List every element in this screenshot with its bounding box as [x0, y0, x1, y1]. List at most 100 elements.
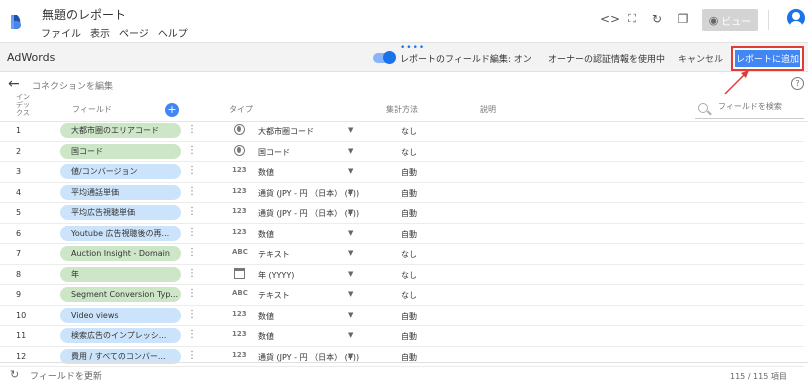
add-to-report-button[interactable]: レポートに追加	[735, 50, 800, 67]
field-chip[interactable]: 検索広告のインプレッシ...	[60, 328, 181, 343]
field-type[interactable]: テキスト	[258, 290, 290, 301]
field-aggregation[interactable]: 自動	[401, 229, 417, 240]
more-vert-icon[interactable]: ⋮	[187, 268, 197, 280]
more-vert-icon[interactable]: ⋮	[187, 124, 197, 136]
field-type[interactable]: 大都市圏コード	[258, 126, 314, 137]
field-type[interactable]: 数値	[258, 229, 274, 240]
table-row[interactable]: 6 Youtube 広告視聴後の再... ⋮ 123 数値 ▼ 自動	[0, 224, 804, 244]
field-search-input[interactable]	[718, 102, 802, 111]
field-aggregation[interactable]: 自動	[401, 167, 417, 178]
column-header-type[interactable]: タイプ	[229, 104, 253, 115]
field-aggregation[interactable]: 自動	[401, 352, 417, 363]
more-vert-icon[interactable]: ⋮	[187, 309, 197, 321]
fullscreen-icon[interactable]: ⛶	[625, 12, 639, 26]
menu-page[interactable]: ページ	[119, 25, 149, 40]
type-dropdown-icon[interactable]: ▼	[348, 208, 353, 216]
field-aggregation[interactable]: なし	[401, 270, 417, 281]
menu-help[interactable]: ヘルプ	[158, 25, 188, 40]
app-header: 無題のレポート ファイル 表示 ページ ヘルプ <> ⛶ ↻ ❐ ◉ ビュー	[0, 0, 808, 42]
refresh-fields-button[interactable]: フィールドを更新	[30, 369, 102, 382]
more-vert-icon[interactable]: ⋮	[187, 227, 197, 239]
type-dropdown-icon[interactable]: ▼	[348, 249, 353, 257]
more-vert-icon[interactable]: ⋮	[187, 350, 197, 362]
type-dropdown-icon[interactable]: ▼	[348, 147, 353, 155]
column-header-field[interactable]: フィールド	[72, 104, 112, 115]
field-aggregation[interactable]: 自動	[401, 311, 417, 322]
refresh-fields-icon[interactable]: ↻	[10, 368, 19, 381]
add-field-button[interactable]: +	[165, 103, 179, 117]
field-chip[interactable]: 大都市圏のエリアコード	[60, 123, 181, 138]
field-aggregation[interactable]: なし	[401, 147, 417, 158]
field-edit-toggle[interactable]	[373, 51, 396, 64]
type-dropdown-icon[interactable]: ▼	[348, 352, 353, 360]
type-dropdown-icon[interactable]: ▼	[348, 229, 353, 237]
report-title[interactable]: 無題のレポート	[42, 6, 126, 23]
field-aggregation[interactable]: 自動	[401, 331, 417, 342]
help-icon[interactable]: ?	[791, 77, 804, 90]
field-aggregation[interactable]: 自動	[401, 208, 417, 219]
table-row[interactable]: 10 Video views ⋮ 123 数値 ▼ 自動	[0, 306, 804, 326]
field-type[interactable]: 通貨 (JPY - 円 （日本） (¥))	[258, 188, 359, 199]
table-row[interactable]: 7 Auction Insight - Domain ⋮ ABC テキスト ▼ なし	[0, 244, 804, 265]
type-dropdown-icon[interactable]: ▼	[348, 331, 353, 339]
view-button[interactable]: ◉ ビュー	[702, 9, 758, 31]
field-chip[interactable]: 平均広告視聴単価	[60, 205, 181, 220]
datasource-name[interactable]: AdWords	[7, 51, 55, 64]
embed-code-icon[interactable]: <>	[600, 12, 620, 26]
row-index: 11	[16, 331, 27, 340]
copy-icon[interactable]: ❐	[676, 12, 690, 26]
type-dropdown-icon[interactable]: ▼	[348, 126, 353, 134]
field-type[interactable]: 通貨 (JPY - 円 （日本） (¥))	[258, 208, 359, 219]
field-aggregation[interactable]: なし	[401, 126, 417, 137]
table-row[interactable]: 8 年 ⋮ 年 (YYYY) ▼ なし	[0, 265, 804, 285]
field-type[interactable]: 数値	[258, 311, 274, 322]
field-chip[interactable]: 国コード	[60, 143, 181, 159]
edit-connection-link[interactable]: コネクションを編集	[32, 79, 113, 92]
menu-file[interactable]: ファイル	[41, 25, 81, 40]
type-dropdown-icon[interactable]: ▼	[348, 188, 353, 196]
more-vert-icon[interactable]: ⋮	[187, 206, 197, 218]
avatar[interactable]	[787, 9, 805, 27]
field-aggregation[interactable]: なし	[401, 290, 417, 301]
table-row[interactable]: 9 Segment Conversion Typ... ⋮ ABC テキスト ▼ なし	[0, 285, 804, 306]
more-vert-icon[interactable]: ⋮	[187, 247, 197, 259]
table-row[interactable]: 11 検索広告のインプレッシ... ⋮ 123 数値 ▼ 自動	[0, 326, 804, 347]
more-vert-icon[interactable]: ⋮	[187, 165, 197, 177]
table-row[interactable]: 5 平均広告視聴単価 ⋮ 123 通貨 (JPY - 円 （日本） (¥)) ▼ 自動	[0, 203, 804, 224]
data-studio-logo-icon[interactable]	[9, 11, 29, 31]
field-type[interactable]: 数値	[258, 167, 274, 178]
field-chip[interactable]: Auction Insight - Domain	[60, 246, 181, 261]
refresh-icon[interactable]: ↻	[650, 12, 664, 26]
type-dropdown-icon[interactable]: ▼	[348, 311, 353, 319]
cancel-button[interactable]: キャンセル	[678, 52, 723, 65]
field-chip[interactable]: 年	[60, 266, 181, 282]
field-type[interactable]: 年 (YYYY)	[258, 270, 294, 281]
field-type[interactable]: 数値	[258, 331, 274, 342]
owner-credentials-link[interactable]: オーナーの認証情報を使用中	[548, 52, 665, 65]
field-chip[interactable]: Video views	[60, 307, 181, 323]
type-dropdown-icon[interactable]: ▼	[348, 270, 353, 278]
field-aggregation[interactable]: なし	[401, 249, 417, 260]
field-chip[interactable]: 値/コンバージョン	[60, 164, 181, 179]
field-chip[interactable]: 平均通話単価	[60, 184, 181, 200]
field-chip[interactable]: Segment Conversion Typ...	[60, 287, 181, 302]
row-index: 7	[16, 249, 22, 258]
field-aggregation[interactable]: 自動	[401, 188, 417, 199]
type-dropdown-icon[interactable]: ▼	[348, 290, 353, 298]
field-type[interactable]: 通貨 (JPY - 円 （日本） (¥))	[258, 352, 359, 363]
field-chip[interactable]: Youtube 広告視聴後の再...	[60, 225, 181, 241]
table-row[interactable]: 3 値/コンバージョン ⋮ 123 数値 ▼ 自動	[0, 162, 804, 183]
column-header-aggregation[interactable]: 集計方法	[386, 104, 418, 115]
field-type[interactable]: テキスト	[258, 249, 290, 260]
more-vert-icon[interactable]: ⋮	[187, 329, 197, 341]
back-arrow-icon[interactable]: ←	[8, 76, 20, 92]
type-dropdown-icon[interactable]: ▼	[348, 167, 353, 175]
more-vert-icon[interactable]: ⋮	[187, 186, 197, 198]
field-type[interactable]: 国コード	[258, 147, 290, 158]
table-row[interactable]: 1 大都市圏のエリアコード ⋮ 大都市圏コード ▼ なし	[0, 121, 804, 142]
menu-view[interactable]: 表示	[90, 25, 110, 40]
table-row[interactable]: 4 平均通話単価 ⋮ 123 通貨 (JPY - 円 （日本） (¥)) ▼ 自動	[0, 183, 804, 203]
table-row[interactable]: 2 国コード ⋮ 国コード ▼ なし	[0, 142, 804, 162]
more-vert-icon[interactable]: ⋮	[187, 145, 197, 157]
more-vert-icon[interactable]: ⋮	[187, 288, 197, 300]
